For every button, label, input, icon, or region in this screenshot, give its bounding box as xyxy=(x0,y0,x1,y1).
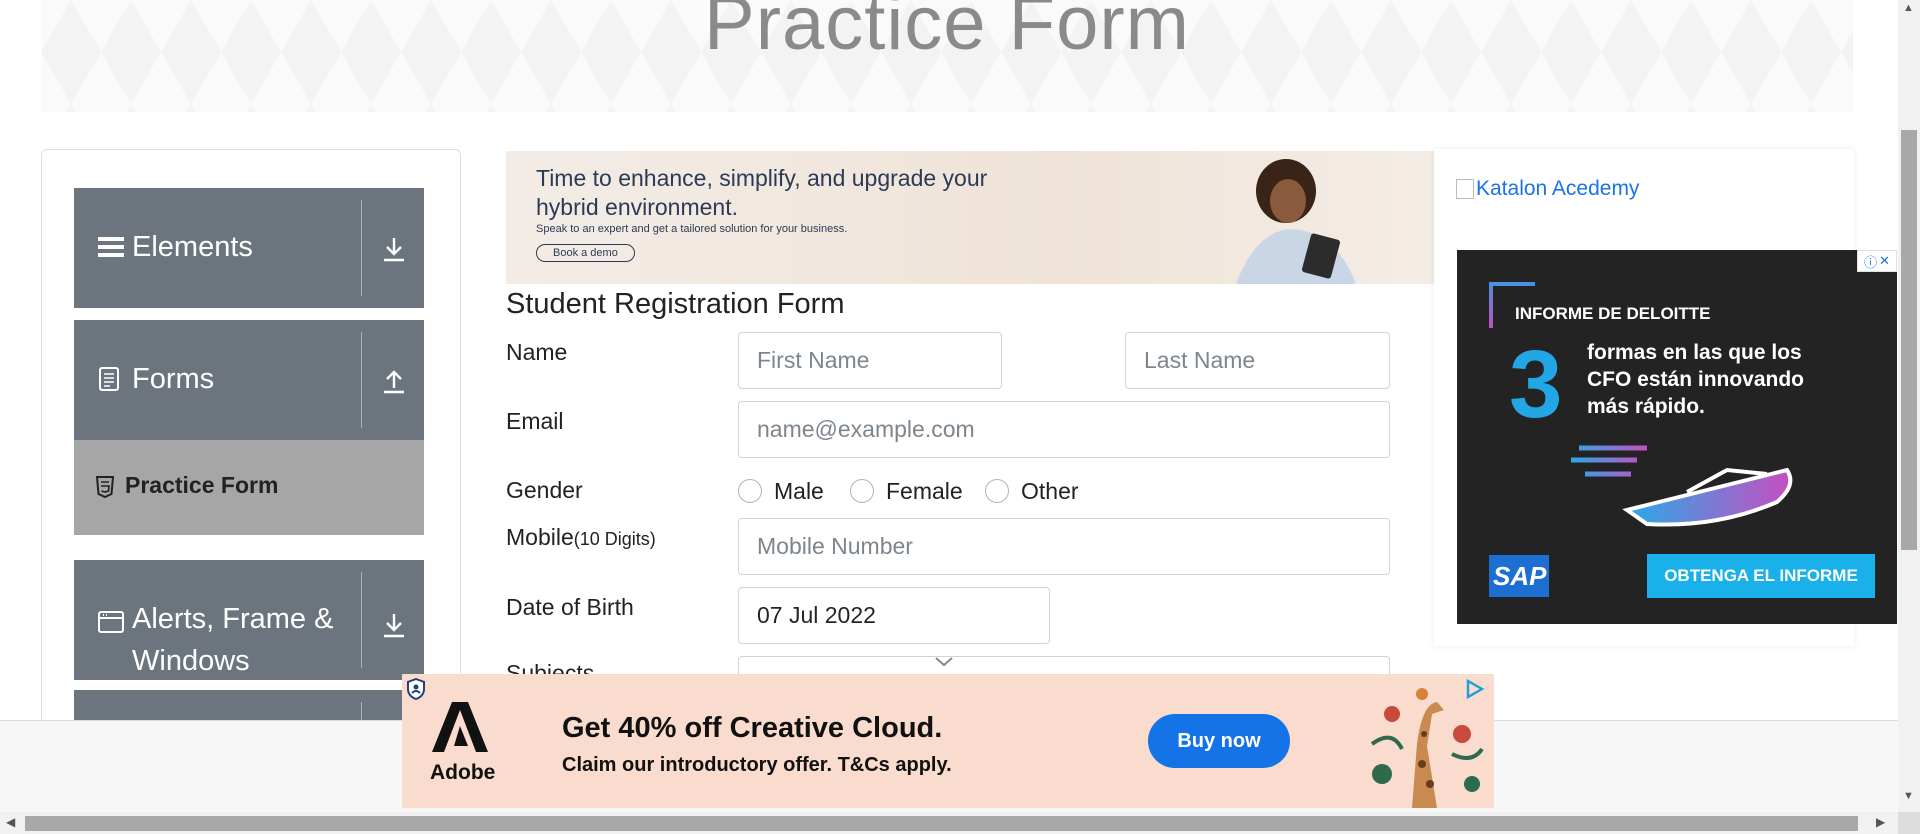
ad-subtext: Speak to an expert and get a tailored so… xyxy=(536,223,848,235)
adchoices-icon[interactable] xyxy=(1464,678,1486,700)
page: Practice Form Elements Forms Practice Fo… xyxy=(0,0,1920,834)
gender-radio-other[interactable]: Other xyxy=(985,476,1079,506)
radio-circle[interactable] xyxy=(738,479,762,503)
divider xyxy=(361,200,362,296)
deloitte-ad[interactable]: INFORME DE DELOITTE 3 formas en las que … xyxy=(1457,250,1897,624)
horizontal-scroll-thumb[interactable] xyxy=(25,816,1858,831)
html5-icon xyxy=(96,476,114,498)
form-title: Student Registration Form xyxy=(506,288,845,320)
radio-circle[interactable] xyxy=(850,479,874,503)
last-name-input[interactable] xyxy=(1125,332,1390,389)
email-label: Email xyxy=(506,408,564,434)
name-label: Name xyxy=(506,339,568,365)
vertical-scroll-thumb[interactable] xyxy=(1901,130,1917,550)
horizontal-scrollbar[interactable]: ◀ ▶ xyxy=(0,812,1920,834)
sidebar-group-label: Alerts, Frame & Windows xyxy=(132,603,334,677)
adobe-a-icon xyxy=(432,702,488,752)
header-banner: Practice Form xyxy=(41,0,1853,112)
chevron-down-icon[interactable] xyxy=(932,656,956,670)
dob-label: Date of Birth xyxy=(506,594,634,620)
ad-big-number: 3 xyxy=(1509,331,1563,438)
adobe-sticky-ad[interactable]: Adobe Get 40% off Creative Cloud. Claim … xyxy=(402,674,1494,808)
ad-accent-bar xyxy=(1489,282,1493,328)
info-icon[interactable]: ⓘ xyxy=(1864,252,1877,271)
shield-icon[interactable] xyxy=(406,678,426,700)
ad-body-text: formas en las que los CFO están innovando… xyxy=(1587,341,1805,418)
ad-heading: INFORME DE DELOITTE xyxy=(1515,304,1711,323)
adobe-headline: Get 40% off Creative Cloud. xyxy=(562,712,943,744)
adchoices-badge[interactable]: ⓘ ✕ xyxy=(1857,250,1897,272)
sidebar-group-forms[interactable]: Forms xyxy=(74,320,424,440)
katalon-ad-link[interactable]: Katalon Acedemy xyxy=(1456,177,1639,201)
scroll-down-arrow-icon[interactable]: ▼ xyxy=(1903,790,1914,802)
scrollbar-corner xyxy=(1898,812,1920,834)
scroll-up-arrow-icon[interactable]: ▲ xyxy=(1903,2,1914,14)
ad-headline: Time to enhance, simplify, and upgrade y… xyxy=(536,165,988,220)
close-icon[interactable]: ✕ xyxy=(1879,253,1890,269)
email-input[interactable] xyxy=(738,401,1390,458)
menu-icon xyxy=(98,237,124,257)
upload-icon[interactable] xyxy=(378,366,410,398)
get-report-button[interactable]: OBTENGA EL INFORME xyxy=(1647,554,1875,598)
ad-person-image xyxy=(1236,159,1356,284)
window-icon xyxy=(98,611,124,633)
gender-radio-female[interactable]: Female xyxy=(850,476,963,506)
radio-circle[interactable] xyxy=(985,479,1009,503)
sidebar-item-practice-form[interactable]: Practice Form xyxy=(74,440,424,535)
scroll-left-arrow-icon[interactable]: ◀ xyxy=(6,815,15,829)
dob-input[interactable]: 07 Jul 2022 xyxy=(738,587,1050,644)
sidebar-group-elements[interactable]: Elements xyxy=(74,188,424,308)
download-icon[interactable] xyxy=(378,234,410,266)
sidebar: Elements Forms Practice Form Alerts, Fra… xyxy=(41,149,461,729)
mobile-input[interactable] xyxy=(738,518,1390,575)
gender-label: Gender xyxy=(506,477,583,503)
divider xyxy=(361,332,362,428)
subjects-input[interactable] xyxy=(738,656,1390,674)
sap-logo: SAP xyxy=(1489,555,1575,597)
top-ad-banner[interactable]: Time to enhance, simplify, and upgrade y… xyxy=(506,151,1434,284)
scroll-right-arrow-icon[interactable]: ▶ xyxy=(1876,815,1885,829)
buy-now-button[interactable]: Buy now xyxy=(1148,714,1290,768)
page-title: Practice Form xyxy=(704,0,1190,66)
broken-image-icon xyxy=(1456,179,1474,199)
sidebar-group-label: Forms xyxy=(132,363,215,395)
adobe-subtext: Claim our introductory offer. T&Cs apply… xyxy=(562,754,952,776)
download-icon[interactable] xyxy=(378,610,410,642)
divider xyxy=(361,572,362,668)
gender-radio-male[interactable]: Male xyxy=(738,476,824,506)
book-demo-button[interactable]: Book a demo xyxy=(536,244,635,262)
adobe-logo: Adobe xyxy=(430,702,495,786)
sidebar-group-label: Elements xyxy=(132,231,253,263)
subjects-label: Subjects xyxy=(506,660,595,674)
first-name-input[interactable] xyxy=(738,332,1002,389)
mobile-label: Mobile(10 Digits) xyxy=(506,524,656,550)
ad-accent-bar xyxy=(1489,282,1535,286)
sidebar-item-label: Practice Form xyxy=(125,472,279,498)
sidebar-group-alerts[interactable]: Alerts, Frame & Windows xyxy=(74,560,424,680)
document-icon xyxy=(99,367,119,391)
boat-illustration xyxy=(1571,445,1793,527)
vertical-scrollbar[interactable]: ▲ ▼ xyxy=(1898,0,1920,812)
